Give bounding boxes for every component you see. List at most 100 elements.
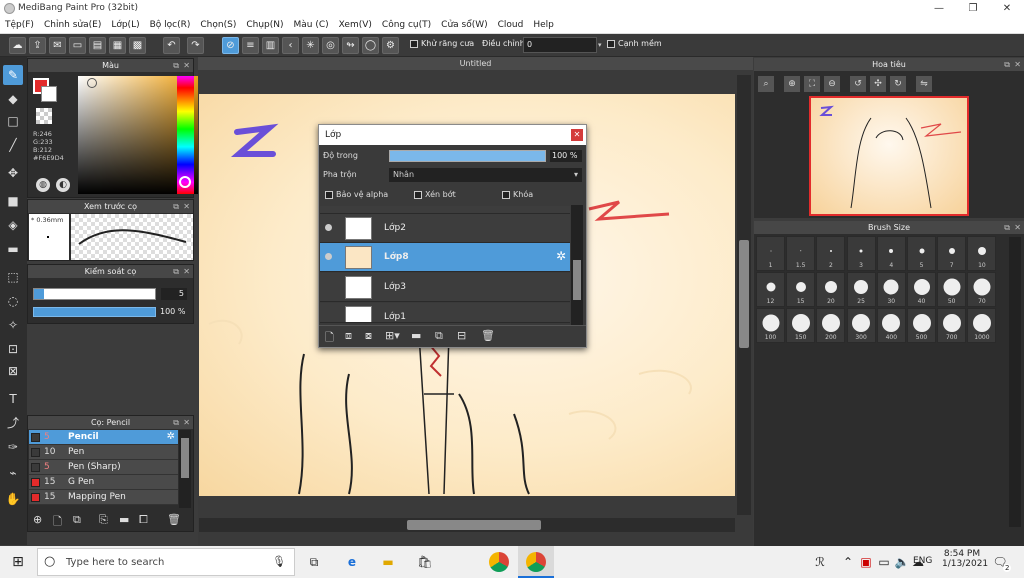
detach-icon[interactable]: ⧉ xyxy=(173,200,179,213)
close-icon[interactable]: ✕ xyxy=(1014,58,1021,71)
circle-snap-icon[interactable]: ◎ xyxy=(322,37,339,54)
eyedropper-tool-icon[interactable]: ⌁ xyxy=(3,463,23,483)
hue-slider-handle[interactable] xyxy=(179,176,191,188)
clipping-checkbox[interactable]: Xén bớt xyxy=(414,190,456,199)
snap-off-icon[interactable]: ⊘ xyxy=(222,37,239,54)
hue-slider[interactable] xyxy=(177,76,194,194)
undo-icon[interactable]: ↶ xyxy=(163,37,180,54)
color-picker-cursor[interactable] xyxy=(87,78,97,88)
gear-icon[interactable]: ✲ xyxy=(167,431,175,442)
brush-size-cell[interactable]: 10 xyxy=(967,236,997,271)
new-layer-1bit-icon[interactable]: ⧇ xyxy=(365,329,372,343)
antialias-checkbox[interactable]: Khử răng cưa xyxy=(410,39,474,48)
task-view-icon[interactable]: ⧉ xyxy=(304,552,324,572)
chrome-icon[interactable] xyxy=(489,552,509,572)
menu-edit[interactable]: Chỉnh sửa(E) xyxy=(39,17,106,34)
horizontal-scroll-thumb[interactable] xyxy=(407,520,541,530)
maximize-button[interactable]: ❐ xyxy=(956,0,990,17)
menu-filter[interactable]: Bộ lọc(R) xyxy=(145,17,196,34)
hand-tool-icon[interactable]: ✋ xyxy=(3,489,23,509)
edge-icon[interactable]: e xyxy=(342,552,362,572)
zoom-in-icon[interactable]: ⊕ xyxy=(784,76,800,92)
merge-down-icon[interactable]: ⊟ xyxy=(457,329,466,342)
brush-size-cell[interactable]: 40 xyxy=(907,272,936,307)
menu-view[interactable]: Xem(V) xyxy=(334,17,377,34)
brush-size-cell[interactable]: 70 xyxy=(967,272,997,307)
add-brush-icon[interactable]: ⊕ xyxy=(33,513,42,526)
select-eraser-tool-icon[interactable]: ⊠ xyxy=(3,361,23,381)
medibang-taskbar-button[interactable] xyxy=(518,546,554,578)
brush-size-cell[interactable]: 50 xyxy=(937,272,967,307)
menu-file[interactable]: Tệp(F) xyxy=(0,17,39,34)
palette-icon[interactable]: ◍ xyxy=(36,178,50,192)
trash-icon[interactable]: 🗑 xyxy=(481,329,495,342)
zoom-icon[interactable]: ⌕ xyxy=(758,76,774,92)
rotate-right-icon[interactable]: ↻ xyxy=(890,76,906,92)
blend-mode-select[interactable]: Nhân ▾ xyxy=(389,168,582,182)
redo-icon[interactable]: ↷ xyxy=(187,37,204,54)
folder-icon[interactable]: ▬ xyxy=(119,513,129,526)
text-tool-icon[interactable]: T xyxy=(3,389,23,409)
detach-icon[interactable]: ⧉ xyxy=(1004,58,1010,71)
close-icon[interactable]: ✕ xyxy=(571,129,583,141)
brush-size-cell[interactable]: 3 xyxy=(846,236,876,271)
menu-cloud[interactable]: Cloud xyxy=(493,17,529,34)
horizontal-scrollbar[interactable] xyxy=(199,518,735,532)
import-icon[interactable]: ⎘ xyxy=(99,513,108,527)
brush-size-cell[interactable]: 400 xyxy=(876,308,906,343)
tray-app-icon[interactable]: ▣ xyxy=(856,552,876,572)
brush-list-scrollbar[interactable] xyxy=(179,430,191,508)
close-icon[interactable]: ✕ xyxy=(183,265,190,278)
grid-icon[interactable]: ▩ xyxy=(129,37,146,54)
brush-item[interactable]: 5 Pencil ✲ xyxy=(29,430,178,445)
new-file-icon[interactable]: 🗋 xyxy=(53,513,62,532)
fill-rect-tool-icon[interactable]: ■ xyxy=(3,191,23,211)
rotate-left-icon[interactable]: ↺ xyxy=(850,76,866,92)
brush-size-input[interactable]: 5 xyxy=(161,288,187,300)
detach-icon[interactable]: ⧉ xyxy=(173,59,179,72)
brush-size-cell[interactable]: 2 xyxy=(816,236,846,271)
brush-size-cell[interactable]: 200 xyxy=(816,308,846,343)
brush-size-cell[interactable]: 7 xyxy=(937,236,967,271)
brush-size-cell[interactable]: 5 xyxy=(907,236,936,271)
layer-row[interactable]: Lớp1 xyxy=(320,303,570,323)
layer-row[interactable]: Lớp8 ✲ xyxy=(320,243,570,272)
cross-snap-icon[interactable]: ▥ xyxy=(262,37,279,54)
windows-start-icon[interactable]: ⊞ xyxy=(8,552,28,572)
brush-item[interactable]: 15 Mapping Pen xyxy=(29,490,178,505)
brush-size-cell[interactable]: 100 xyxy=(756,308,785,343)
new-layer-8bit-icon[interactable]: ⧈ xyxy=(345,329,352,343)
rotate-reset-icon[interactable]: ✣ xyxy=(870,76,886,92)
brush-size-cell[interactable]: 1.5 xyxy=(786,236,816,271)
layer-opacity-value[interactable]: 100 % xyxy=(550,150,582,162)
brush-item[interactable]: 10 Pen xyxy=(29,445,178,460)
operation-tool-icon[interactable]: ⤴ xyxy=(3,413,23,433)
eye-icon[interactable] xyxy=(325,253,332,260)
brush-size-cell[interactable]: 1 xyxy=(756,236,785,271)
brush-opacity-slider[interactable] xyxy=(33,307,156,317)
correction-input[interactable]: 0 xyxy=(523,37,597,53)
select-rect-tool-icon[interactable]: □ xyxy=(3,111,23,131)
menu-color[interactable]: Màu (C) xyxy=(289,17,334,34)
menu-layer[interactable]: Lớp(L) xyxy=(106,17,144,34)
brush-size-cell[interactable]: 1000 xyxy=(967,308,997,343)
scroll-thumb[interactable] xyxy=(573,260,581,300)
smooth-edge-checkbox[interactable]: Cạnh mềm xyxy=(607,39,662,48)
radial-snap-icon[interactable]: ✳ xyxy=(302,37,319,54)
duplicate-icon[interactable]: ⧉ xyxy=(435,329,443,343)
close-icon[interactable]: ✕ xyxy=(183,59,190,72)
detach-icon[interactable]: ⧉ xyxy=(1004,221,1010,234)
gear-icon[interactable]: ✲ xyxy=(556,249,566,263)
menu-tools[interactable]: Công cụ(T) xyxy=(377,17,436,34)
detach-icon[interactable]: ⧉ xyxy=(173,265,179,278)
minimize-button[interactable]: — xyxy=(922,0,956,17)
ellipse-snap-icon[interactable]: ◯ xyxy=(362,37,379,54)
new-layer-icon[interactable]: 🗋 xyxy=(325,329,334,348)
clock[interactable]: 8:54 PM 1/13/2021 xyxy=(942,549,988,569)
menu-snap[interactable]: Chụp(N) xyxy=(241,17,288,34)
language-indicator[interactable]: ENG xyxy=(913,556,932,566)
brush-size-cell[interactable]: 500 xyxy=(907,308,936,343)
brush-size-cell[interactable]: 12 xyxy=(756,272,785,307)
layer-list-scrollbar[interactable] xyxy=(571,205,583,325)
bucket-tool-icon[interactable]: ◈ xyxy=(3,215,23,235)
